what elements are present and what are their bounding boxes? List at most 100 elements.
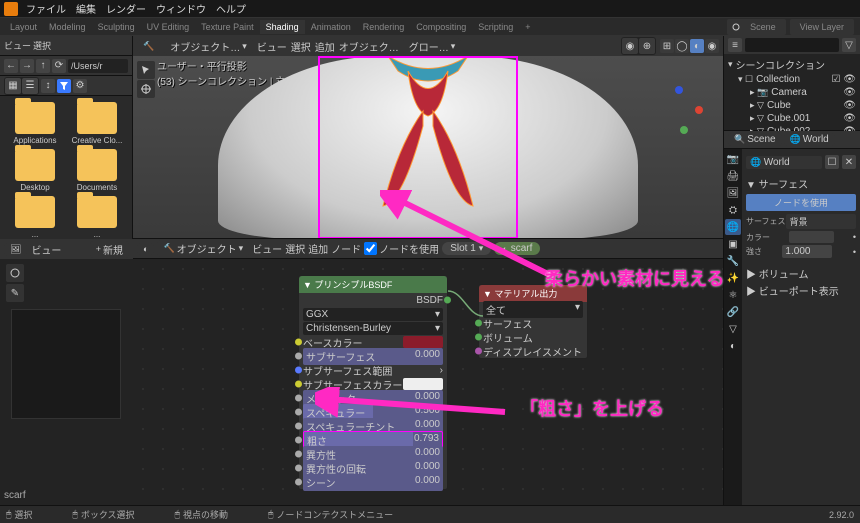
scene-tab-icon[interactable]: ⛭	[725, 202, 741, 218]
filebrowser-select[interactable]: 選択	[33, 39, 51, 52]
folder-item[interactable]: Creative Clo...	[68, 102, 126, 145]
iv-new-button[interactable]: + 新規	[90, 241, 129, 258]
tab-sculpting[interactable]: Sculpting	[92, 20, 141, 34]
data-tab-icon[interactable]: ▽	[725, 321, 741, 337]
principled-bsdf-node[interactable]: ▼ プリンシプルBSDF BSDF GGX▾ Christensen-Burle…	[298, 275, 448, 490]
outliner-type-icon[interactable]: ≡	[728, 38, 742, 52]
vp-object-menu[interactable]: オブジェク…	[339, 39, 399, 54]
material-preview-icon[interactable]: ◐	[690, 39, 704, 53]
particle-tab-icon[interactable]: ✨	[725, 270, 741, 286]
ne-view-menu[interactable]: ビュー	[252, 241, 282, 256]
tab-modeling[interactable]: Modeling	[43, 20, 92, 34]
display-mode[interactable]: ▦ ☰	[4, 77, 39, 95]
sss-color-swatch[interactable]	[403, 378, 443, 390]
cursor-tool-icon[interactable]	[137, 80, 155, 98]
outliner-search[interactable]	[745, 38, 839, 52]
folder-item[interactable]: Documents	[68, 149, 126, 192]
ne-add-menu[interactable]: 追加	[308, 241, 328, 256]
material-selector[interactable]: ◐ scarf	[494, 242, 540, 255]
orientation-selector[interactable]: グロー… ▾	[403, 38, 462, 55]
filebrowser-view[interactable]: ビュー	[4, 39, 31, 52]
use-nodes-checkbox[interactable]	[364, 242, 377, 255]
filter-icon[interactable]: ▽	[842, 38, 856, 52]
menu-help[interactable]: ヘルプ	[216, 1, 246, 16]
image-canvas[interactable]	[11, 309, 121, 419]
folder-item[interactable]: ...	[6, 196, 64, 239]
material-output-node[interactable]: ▼ マテリアル出力 全て▾ サーフェス ボリューム ディスプレイスメント	[478, 284, 588, 359]
tab-shading[interactable]: Shading	[260, 20, 305, 34]
vp-view-menu[interactable]: ビュー	[257, 39, 287, 54]
unlink-icon[interactable]: ✕	[842, 155, 856, 169]
shader-node-editor[interactable]: ◐ 🔨 オブジェクト ▾ ビュー 選択 追加 ノード ノードを使用 Slot 1…	[133, 239, 723, 505]
tab-texturepaint[interactable]: Texture Paint	[195, 20, 260, 34]
menu-file[interactable]: ファイル	[26, 1, 66, 16]
outliner[interactable]: ≡ ▽ ▾ シーンコレクション ▾ ☐ Collection☑ 👁 ▸ 📷 Ca…	[724, 36, 860, 131]
path-field[interactable]: /Users/r	[68, 59, 128, 73]
world-prop[interactable]: 🌐 World	[784, 133, 835, 146]
folder-item[interactable]: Desktop	[6, 149, 64, 192]
iv-annotate-icon[interactable]: ✎	[6, 284, 24, 302]
folder-item[interactable]: Applications	[6, 102, 64, 145]
nav-fwd-icon[interactable]: →	[20, 59, 34, 73]
mode-selector[interactable]: オブジェクト… ▾	[164, 38, 253, 55]
constraint-tab-icon[interactable]: 🔗	[725, 304, 741, 320]
cube-row[interactable]: ▸ ▽ Cube👁	[728, 99, 856, 112]
tab-uvediting[interactable]: UV Editing	[141, 20, 196, 34]
nav-back-icon[interactable]: ←	[4, 59, 18, 73]
nav-gizmo[interactable]	[653, 86, 703, 136]
vp-select-menu[interactable]: 選択	[291, 39, 311, 54]
material-tab-icon[interactable]: ◐	[725, 338, 741, 354]
tab-add[interactable]: +	[519, 20, 536, 34]
physics-tab-icon[interactable]: ⚛	[725, 287, 741, 303]
ne-mode-selector[interactable]: 🔨 オブジェクト ▾	[157, 240, 249, 257]
viewlayer-selector[interactable]: View Layer	[790, 19, 854, 35]
iv-cursor-icon[interactable]	[6, 264, 24, 282]
tab-compositing[interactable]: Compositing	[410, 20, 472, 34]
menu-edit[interactable]: 編集	[76, 1, 96, 16]
select-tool-icon[interactable]	[137, 61, 155, 79]
scene-selector[interactable]: Scene	[727, 19, 786, 35]
tab-layout[interactable]: Layout	[4, 20, 43, 34]
slot-selector[interactable]: Slot 1 ▾	[442, 242, 491, 255]
iv-view-menu[interactable]: ビュー	[31, 242, 61, 257]
object-tab-icon[interactable]: ▣	[725, 236, 741, 252]
basecolor-swatch[interactable]	[403, 336, 443, 348]
vp-add-menu[interactable]: 追加	[315, 39, 335, 54]
sss-method-select[interactable]: Christensen-Burley▾	[303, 322, 443, 335]
modifier-tab-icon[interactable]: 🔧	[725, 253, 741, 269]
list-icon[interactable]: ☰	[22, 78, 38, 94]
use-nodes-button[interactable]: ノードを使用	[746, 194, 856, 211]
cube001-row[interactable]: ▸ ▽ Cube.001👁	[728, 112, 856, 125]
3d-viewport[interactable]: 🔨 オブジェクト… ▾ ビュー 選択 追加 オブジェク… グロー… ▾ ◉ ⊕ …	[133, 36, 723, 239]
nav-refresh-icon[interactable]: ⟳	[52, 59, 66, 73]
grid-icon[interactable]: ▦	[5, 78, 21, 94]
wireframe-icon[interactable]: ⊞	[660, 39, 674, 53]
world-datablock[interactable]: 🌐 World	[746, 156, 822, 169]
editor-type-icon[interactable]: 🔨	[137, 40, 160, 53]
tab-scripting[interactable]: Scripting	[472, 20, 519, 34]
scene-collection-row[interactable]: ▾ シーンコレクション	[728, 56, 856, 73]
filter-icon[interactable]	[57, 79, 71, 93]
distribution-select[interactable]: GGX▾	[303, 308, 443, 321]
gizmo-toggle-icon[interactable]: ⊕	[639, 38, 655, 54]
overlay-toggle-icon[interactable]: ◉	[622, 38, 638, 54]
menu-window[interactable]: ウィンドウ	[156, 1, 206, 16]
nav-up-icon[interactable]: ↑	[36, 59, 50, 73]
output-tab-icon[interactable]: 🖨	[725, 168, 741, 184]
world-color-swatch[interactable]	[789, 231, 834, 243]
ne-select-menu[interactable]: 選択	[285, 241, 305, 256]
world-strength-slider[interactable]: 1.000	[782, 245, 832, 258]
tab-rendering[interactable]: Rendering	[357, 20, 411, 34]
viewlayer-tab-icon[interactable]: 🖼	[725, 185, 741, 201]
scene-prop-pin[interactable]: 🔍 Scene	[728, 133, 782, 146]
menu-render[interactable]: レンダー	[106, 1, 146, 16]
sheen-slider[interactable]: シーン0.000	[303, 474, 443, 491]
ne-node-menu[interactable]: ノード	[331, 241, 361, 256]
world-tab-icon[interactable]: 🌐	[725, 219, 741, 235]
settings-icon[interactable]: ⚙	[73, 79, 87, 93]
rendered-icon[interactable]: ◉	[705, 39, 719, 53]
sort-icon[interactable]: ↕	[41, 79, 55, 93]
ne-editor-type-icon[interactable]: ◐	[137, 243, 154, 255]
tab-animation[interactable]: Animation	[305, 20, 357, 34]
new-world-icon[interactable]: ☐	[825, 155, 839, 169]
